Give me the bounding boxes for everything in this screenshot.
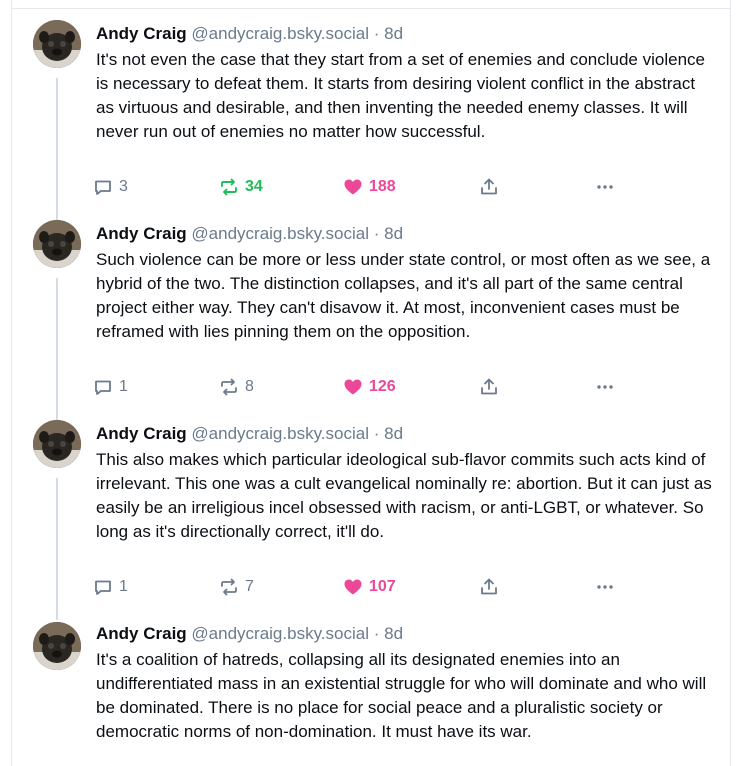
like-count: 188 [369,178,396,195]
post-header: Andy Craig @andycraig.bsky.social · 8d [96,622,403,646]
avatar[interactable] [33,420,81,468]
author-name[interactable]: Andy Craig [96,224,187,243]
post-actions: 3 34 188 [92,173,632,201]
share-button[interactable] [478,373,500,401]
thread-connector-line [56,278,58,412]
post-header: Andy Craig @andycraig.bsky.social · 8d [96,222,403,246]
author-handle[interactable]: @andycraig.bsky.social [191,424,369,443]
post-header: Andy Craig @andycraig.bsky.social · 8d [96,422,403,446]
pug-avatar-icon [33,420,81,468]
avatar[interactable] [33,220,81,268]
share-icon [478,576,500,598]
author-handle[interactable]: @andycraig.bsky.social [191,224,369,243]
author-handle[interactable]: @andycraig.bsky.social [191,24,369,43]
separator: · [373,624,380,643]
thread-connector-line [56,412,58,420]
repost-arrows-icon [218,176,240,198]
post-actions: 1 8 126 [92,373,632,401]
thread-container: Andy Craig @andycraig.bsky.social · 8d I… [11,0,731,766]
share-button[interactable] [478,573,500,601]
post-text: It's not even the case that they start f… [96,48,714,144]
like-count: 126 [369,378,396,395]
heart-icon [342,576,364,598]
post[interactable]: Andy Craig @andycraig.bsky.social · 8d T… [12,412,730,612]
heart-icon [342,176,364,198]
share-icon [478,176,500,198]
repost-count: 7 [245,578,254,595]
post-time[interactable]: 8d [384,424,403,443]
avatar[interactable] [33,622,81,670]
repost-arrows-icon [218,376,240,398]
more-options-button[interactable] [594,373,616,401]
share-icon [478,376,500,398]
post[interactable]: Andy Craig @andycraig.bsky.social · 8d I… [12,12,730,212]
separator: · [373,224,380,243]
author-name[interactable]: Andy Craig [96,624,187,643]
ellipsis-icon [594,176,616,198]
share-button[interactable] [478,173,500,201]
reply-button[interactable]: 1 [92,373,128,401]
repost-count: 34 [245,178,263,195]
thread-connector-line [56,212,58,220]
separator: · [373,424,380,443]
reply-count: 1 [119,578,128,595]
post-time[interactable]: 8d [384,624,403,643]
thread-connector-line [56,78,58,212]
post-text-content: This also makes which particular ideolog… [96,450,712,541]
reply-button[interactable]: 3 [92,173,128,201]
avatar[interactable] [33,20,81,68]
pug-avatar-icon [33,220,81,268]
author-handle[interactable]: @andycraig.bsky.social [191,624,369,643]
post-actions: 1 7 107 [92,573,632,601]
repost-button[interactable]: 7 [218,573,254,601]
heart-icon [342,376,364,398]
like-count: 107 [369,578,396,595]
more-options-button[interactable] [594,573,616,601]
post-text-content: It's not even the case that they start f… [96,50,705,141]
like-button[interactable]: 107 [342,573,396,601]
reply-button[interactable]: 1 [92,573,128,601]
post[interactable]: Andy Craig @andycraig.bsky.social · 8d I… [12,612,730,766]
post-time[interactable]: 8d [384,24,403,43]
speech-bubble-icon [92,376,114,398]
thread-connector-line [56,612,58,620]
speech-bubble-icon [92,576,114,598]
reply-count: 3 [119,178,128,195]
speech-bubble-icon [92,176,114,198]
ellipsis-icon [594,576,616,598]
post-text-content: It's a coalition of hatreds, collapsing … [96,650,707,741]
like-button[interactable]: 188 [342,173,396,201]
repost-button[interactable]: 8 [218,373,254,401]
repost-button[interactable]: 34 [218,173,263,201]
more-options-button[interactable] [594,173,616,201]
post-text: It's a coalition of hatreds, collapsing … [96,648,714,744]
pug-avatar-icon [33,622,81,670]
post-text: Such violence can be more or less under … [96,248,714,344]
reply-count: 1 [119,378,128,395]
author-name[interactable]: Andy Craig [96,424,187,443]
post-text: This also makes which particular ideolog… [96,448,714,544]
top-divider [12,8,730,9]
separator: · [373,24,380,43]
post-text-content: Such violence can be more or less under … [96,250,711,341]
post-time[interactable]: 8d [384,224,403,243]
author-name[interactable]: Andy Craig [96,24,187,43]
repost-count: 8 [245,378,254,395]
like-button[interactable]: 126 [342,373,396,401]
pug-avatar-icon [33,20,81,68]
thread-connector-line [56,478,58,612]
repost-arrows-icon [218,576,240,598]
post[interactable]: Andy Craig @andycraig.bsky.social · 8d S… [12,212,730,412]
ellipsis-icon [594,376,616,398]
post-header: Andy Craig @andycraig.bsky.social · 8d [96,22,403,46]
